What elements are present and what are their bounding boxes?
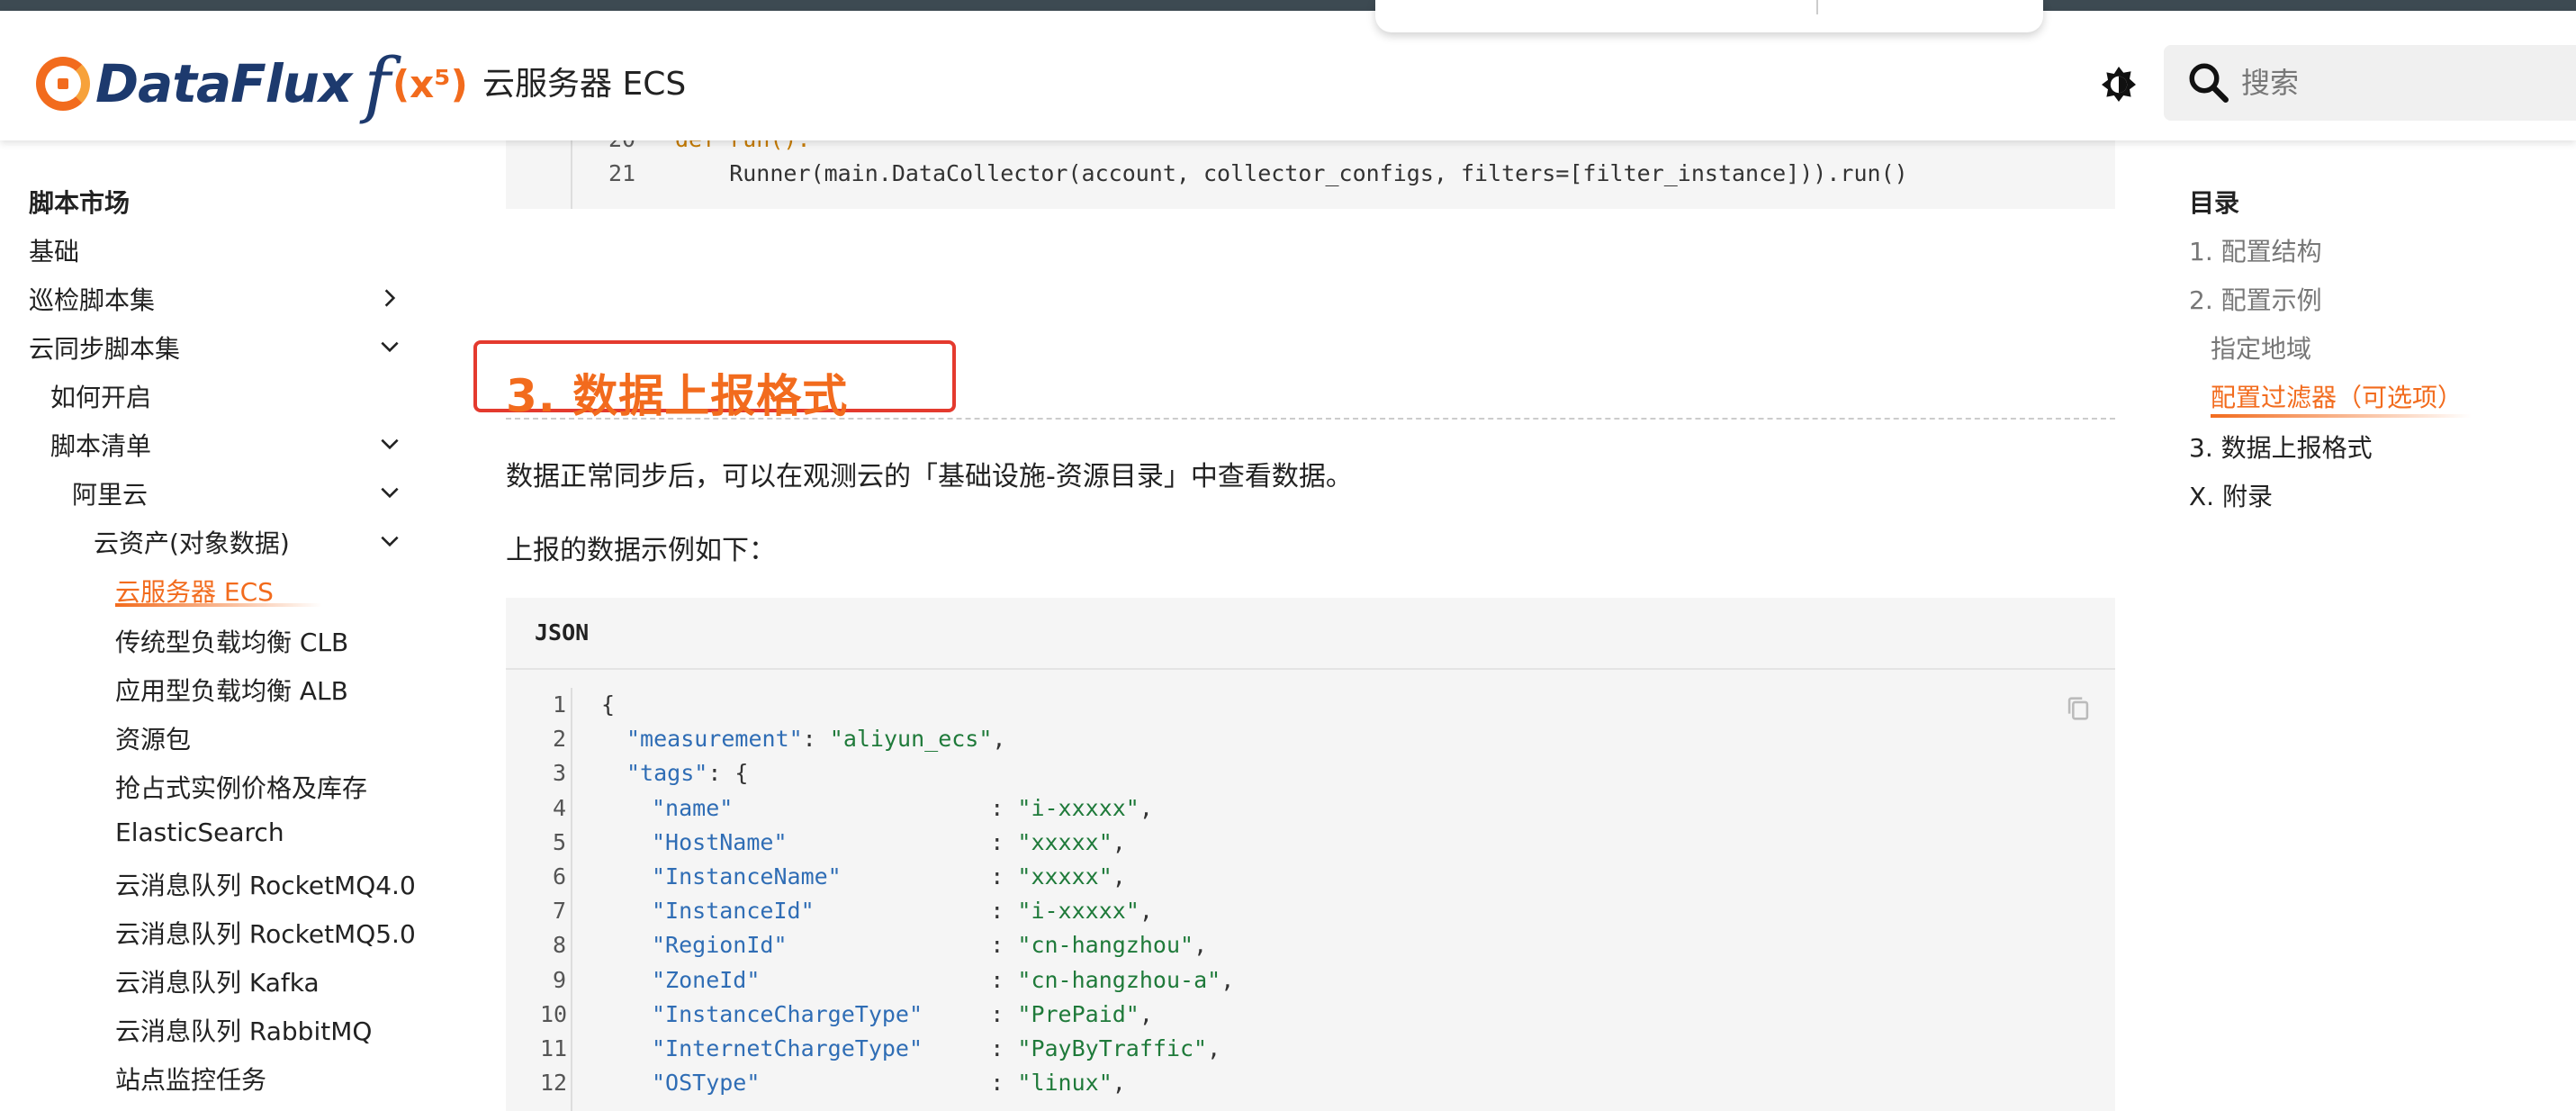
toc-item-config-structure[interactable]: 1. 配置结构	[2189, 232, 2322, 268]
sidebar-item-script-market[interactable]: 脚本市场	[29, 184, 130, 220]
logo-mark-icon	[36, 57, 90, 111]
sidebar-item-elasticsearch[interactable]: ElasticSearch	[115, 817, 284, 847]
chevron-right-icon[interactable]	[378, 286, 401, 310]
sidebar-item-script-list[interactable]: 脚本清单	[50, 427, 151, 463]
code-language-label: JSON	[535, 619, 590, 646]
sidebar-item-resource-package[interactable]: 资源包	[115, 720, 191, 756]
sidebar-item-basics[interactable]: 基础	[29, 232, 79, 268]
code-line-number: 2	[553, 726, 567, 753]
sidebar-item-site-monitor[interactable]: 站点监控任务	[115, 1061, 266, 1097]
code-line-number: 9	[553, 966, 567, 993]
copy-icon[interactable]	[2063, 693, 2094, 724]
toc-title: 目录	[2189, 188, 2240, 218]
chevron-down-icon[interactable]	[378, 529, 401, 553]
sidebar-item-inspection-scripts[interactable]: 巡检脚本集	[29, 281, 155, 317]
code-gutter-line	[571, 688, 572, 1111]
top-header: DataFlux f (x⁵) 云服务器 ECS	[0, 11, 2576, 140]
code-line-number: 3	[553, 760, 567, 787]
section-heading: 3. 数据上报格式	[506, 370, 849, 422]
json-line: "InstanceId" : "i-xxxxx",	[652, 898, 1153, 925]
chevron-down-icon[interactable]	[378, 432, 401, 456]
chevron-down-icon[interactable]	[378, 335, 401, 358]
code-line: def run():	[675, 140, 811, 152]
popup-separator	[1816, 0, 1818, 14]
search-icon	[2189, 63, 2229, 103]
code-line-number: 5	[553, 828, 567, 855]
toc-item-config-example[interactable]: 2. 配置示例	[2189, 281, 2322, 317]
sidebar-item-alb[interactable]: 应用型负载均衡 ALB	[115, 672, 348, 708]
json-line: "ZoneId" : "cn-hangzhou-a",	[652, 966, 1235, 993]
sidebar-item-cloud-sync-scripts[interactable]: 云同步脚本集	[29, 330, 180, 366]
code-line-number: 6	[553, 863, 567, 890]
toc-item-appendix[interactable]: X. 附录	[2189, 477, 2273, 513]
toc-item-region[interactable]: 指定地域	[2211, 330, 2311, 366]
json-line: "measurement": "aliyun_ecs",	[626, 726, 1006, 753]
search-box[interactable]	[2164, 45, 2576, 121]
toc-item-report-format[interactable]: 3. 数据上报格式	[2189, 429, 2373, 465]
floating-popup	[1375, 0, 2043, 32]
sidebar-item-spot-price[interactable]: 抢占式实例价格及库存	[115, 769, 367, 805]
toc-active-underline	[2211, 414, 2472, 418]
top-band	[0, 0, 2576, 11]
json-line: "OSType" : "linux",	[652, 1070, 1126, 1097]
sidebar-item-rabbitmq[interactable]: 云消息队列 RabbitMQ	[115, 1012, 372, 1048]
chevron-down-icon[interactable]	[378, 481, 401, 504]
code-line-number: 12	[540, 1070, 568, 1097]
sidebar-item-clb[interactable]: 传统型负载均衡 CLB	[115, 623, 348, 659]
json-line: "RegionId" : "cn-hangzhou",	[652, 932, 1208, 959]
paragraph-sync-info: 数据正常同步后，可以在观测云的「基础设施-资源目录」中查看数据。	[506, 461, 1353, 492]
code-line-number: 20	[608, 140, 635, 152]
sidebar-item-how-to-enable[interactable]: 如何开启	[50, 378, 151, 414]
code-line-number: 1	[553, 691, 567, 718]
code-block-header: JSON	[506, 598, 2115, 670]
json-line: "InternetChargeType" : "PayByTraffic",	[652, 1035, 1221, 1061]
search-input[interactable]	[2241, 66, 2565, 100]
code-gutter-line	[571, 140, 572, 209]
json-line: "InstanceName" : "xxxxx",	[652, 863, 1126, 890]
sidebar-item-cloud-assets[interactable]: 云资产(对象数据)	[94, 524, 290, 560]
code-line-number: 11	[540, 1035, 568, 1061]
sidebar-item-aliyun[interactable]: 阿里云	[72, 475, 148, 511]
json-line: "HostName" : "xxxxx",	[652, 828, 1126, 855]
json-line: "name" : "i-xxxxx",	[652, 794, 1153, 821]
table-of-contents: 目录 1. 配置结构 2. 配置示例 指定地域 配置过滤器（可选项） 3. 数据…	[2171, 140, 2576, 1111]
paragraph-example-intro: 上报的数据示例如下：	[506, 535, 776, 566]
brightness-icon	[2102, 67, 2136, 102]
sidebar-item-kafka[interactable]: 云消息队列 Kafka	[115, 963, 320, 999]
code-line-number: 21	[608, 160, 636, 186]
logo-f: f	[364, 41, 391, 126]
dataflux-logo[interactable]: DataFlux f (x⁵)	[36, 41, 468, 126]
json-line: "InstanceChargeType" : "PrePaid",	[652, 1000, 1153, 1027]
code-line: Runner(main.DataCollector(account, colle…	[675, 160, 1908, 186]
page-title: 云服务器 ECS	[482, 66, 687, 103]
json-line: {	[601, 691, 616, 718]
toc-item-filter[interactable]: 配置过滤器（可选项）	[2211, 378, 2463, 414]
theme-toggle-button[interactable]	[2097, 63, 2140, 106]
logo-x5: (x⁵)	[392, 61, 468, 106]
main-content: 20 def run(): 21 Runner(main.DataCollect…	[432, 140, 2171, 1111]
sidebar-item-rocketmq4[interactable]: 云消息队列 RocketMQ4.0	[115, 866, 416, 902]
sidebar-nav: 脚本市场 基础 巡检脚本集 云同步脚本集 如何开启 脚本清单 阿里云 云资产(对…	[0, 140, 432, 1111]
code-line-number: 10	[540, 1000, 568, 1027]
heading-divider	[506, 418, 2115, 420]
json-line: "tags": {	[626, 760, 749, 787]
sidebar-item-rocketmq5[interactable]: 云消息队列 RocketMQ5.0	[115, 915, 416, 951]
code-line-number: 4	[553, 794, 567, 821]
code-block-top: 20 def run(): 21 Runner(main.DataCollect…	[506, 140, 2115, 209]
json-code-block: JSON 1 {2 "measurement": "aliyun_ecs", 3 "ta…	[506, 598, 2115, 1111]
code-line-number: 7	[553, 898, 567, 925]
logo-text: DataFlux	[95, 53, 352, 114]
code-line-number: 8	[553, 932, 567, 959]
active-underline	[115, 603, 322, 607]
